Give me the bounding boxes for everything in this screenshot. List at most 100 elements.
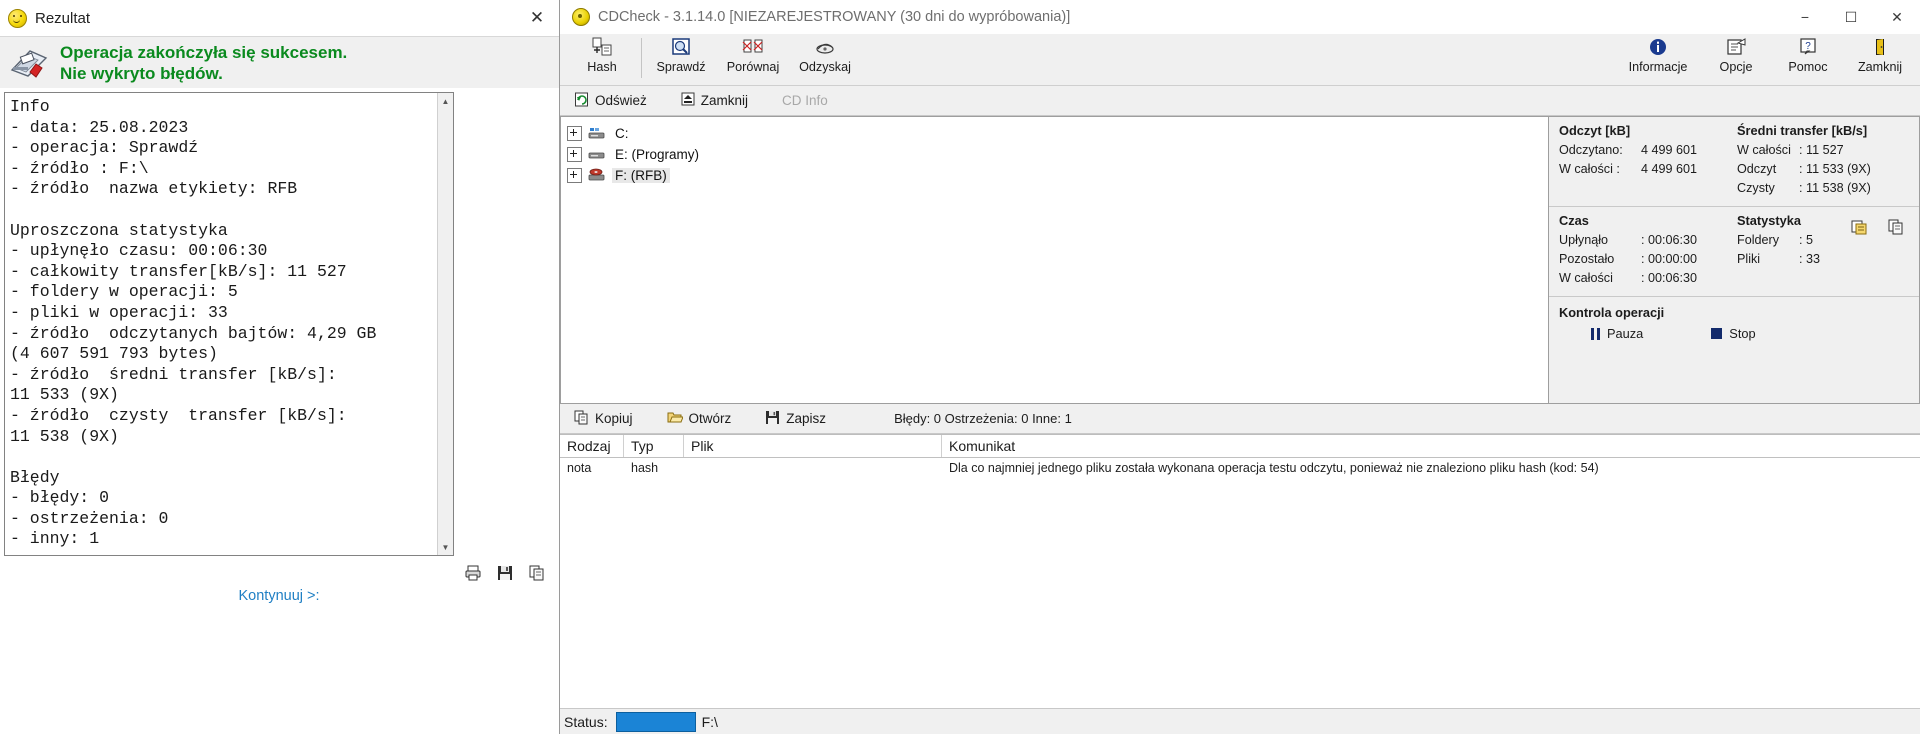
stop-label: Stop [1729, 326, 1756, 341]
column-header-rodzaj[interactable]: Rodzaj [560, 435, 624, 457]
time-key-wcalosci: W całości [1559, 271, 1613, 285]
tree-item-c[interactable]: C: [567, 123, 1548, 144]
cdcheck-statusbar: Status: F:\ [560, 708, 1920, 734]
expand-icon[interactable] [567, 126, 582, 141]
toolbar2-label-cd-info: CD Info [782, 93, 828, 108]
toolbar2-label-zamknij: Zamknij [700, 93, 749, 108]
copy-icon[interactable] [528, 564, 546, 582]
help-icon: ? [1797, 37, 1819, 57]
screen-root: Rezultat ✕ Operacja zakończyła się sukce… [0, 0, 1920, 734]
options-icon [1725, 37, 1747, 57]
pause-button[interactable]: Pauza [1591, 326, 1643, 341]
recover-icon [814, 37, 836, 57]
cell-rodzaj: nota [567, 461, 592, 475]
scroll-up-arrow-icon[interactable]: ▲ [438, 93, 453, 109]
save-icon[interactable] [496, 564, 514, 582]
toolbar-button-sprawdz[interactable]: Sprawdź [645, 34, 717, 84]
minimize-icon[interactable]: − [1782, 0, 1828, 34]
cdcheck-titlebar: CDCheck - 3.1.14.0 [NIEZAREJESTROWANY (3… [560, 0, 1920, 34]
read-header: Odczyt [kB] [1559, 123, 1631, 138]
svg-text:?: ? [1805, 41, 1811, 52]
stats-value-pliki: : 33 [1799, 252, 1821, 266]
column-header-typ[interactable]: Typ [624, 435, 684, 457]
toolbar-button-odswiez[interactable]: Odśwież [574, 92, 647, 110]
column-header-komunikat[interactable]: Komunikat [942, 435, 1842, 457]
cell-komunikat: Dla co najmniej jednego pliku została wy… [949, 461, 1599, 475]
transfer-key-wcalosci: W całości [1737, 143, 1791, 157]
column-header-plik[interactable]: Plik [684, 435, 942, 457]
toolbar-button-hash[interactable]: Hash [566, 34, 638, 84]
expand-icon[interactable] [567, 168, 582, 183]
time-and-statistics-block: Czas Upłynąło : 00:06:30 Pozostało : 00:… [1549, 207, 1919, 294]
copy-report-icon[interactable] [1851, 219, 1868, 238]
cdcheck-main-body: C: E: (Programy) F: (RFB) Odczyt [kB] Od… [560, 116, 1920, 404]
toolbar2-label-odswiez: Odśwież [595, 93, 647, 108]
scroll-down-arrow-icon[interactable]: ▼ [438, 539, 453, 555]
compare-icon [742, 37, 764, 57]
toolbar-button-pomoc[interactable]: ? Pomoc [1772, 34, 1844, 84]
toolbar-button-porownaj[interactable]: Porównaj [717, 34, 789, 84]
operation-control-header: Kontrola operacji [1559, 305, 1665, 320]
close-icon[interactable]: ✕ [525, 6, 549, 30]
message-toolbar: Kopiuj Otwórz Zapisz Błędy: 0 Ostrzeżeni… [560, 404, 1920, 434]
status-label: Status: [564, 713, 608, 730]
check-disc-icon [670, 37, 692, 57]
stats-row-foldery: Foldery : 5 [1737, 233, 1820, 252]
message-label-zapisz: Zapisz [786, 411, 827, 426]
time-header: Czas [1559, 213, 1589, 228]
time-column: Czas Upłynąło : 00:06:30 Pozostało : 00:… [1559, 213, 1737, 290]
progress-bar [615, 711, 696, 732]
banner-line-2: Nie wykryto błędów. [60, 63, 223, 83]
message-label-otworz: Otwórz [688, 411, 732, 426]
result-report-text[interactable]: Info - data: 25.08.2023 - operacja: Spra… [5, 93, 437, 555]
expand-icon[interactable] [567, 147, 582, 162]
table-row[interactable]: nota hash Dla co najmniej jednego pliku … [560, 458, 1920, 478]
toolbar-button-opcje[interactable]: Opcje [1700, 34, 1772, 84]
message-button-zapisz[interactable]: Zapisz [765, 410, 826, 428]
eject-icon [681, 92, 695, 110]
toolbar-button-odzyskaj[interactable]: Odzyskaj [789, 34, 861, 84]
cdcheck-window-title: CDCheck - 3.1.14.0 [NIEZAREJESTROWANY (3… [598, 9, 1071, 25]
result-scrollbar[interactable]: ▲ ▼ [437, 93, 453, 555]
result-banner-text: Operacja zakończyła się sukcesem. Nie wy… [60, 42, 347, 84]
read-and-transfer-block: Odczyt [kB] Odczytano: 4 499 601 W całoś… [1549, 117, 1919, 204]
toolbar-separator [641, 38, 642, 78]
toolbar-label-pomoc: Pomoc [1788, 60, 1828, 74]
toolbar-label-informacje: Informacje [1628, 60, 1688, 74]
stop-button[interactable]: Stop [1711, 326, 1756, 341]
toolbar-label-opcje: Opcje [1719, 60, 1753, 74]
time-value-pozostalo: : 00:00:00 [1641, 252, 1698, 266]
toolbar-button-informacje[interactable]: Informacje [1616, 34, 1700, 84]
toolbar-label-hash: Hash [587, 60, 617, 74]
tree-label-f: F: (RFB) [612, 168, 670, 183]
toolbar-button-zamknij[interactable]: Zamknij [1844, 34, 1916, 84]
toolbar-left-group: Hash Sprawdź Porównaj Odzyskaj [560, 34, 861, 84]
message-button-kopiuj[interactable]: Kopiuj [574, 410, 633, 428]
read-key-wcalosci: W całości : [1559, 162, 1620, 176]
print-icon[interactable] [464, 564, 482, 582]
toolbar-button-zamknij-tacke[interactable]: Zamknij [681, 92, 748, 110]
toolbar-label-odzyskaj: Odzyskaj [799, 60, 851, 74]
toolbar-label-sprawdz: Sprawdź [656, 60, 706, 74]
message-table: Rodzaj Typ Plik Komunikat nota hash Dla … [560, 434, 1920, 709]
cdcheck-window: CDCheck - 3.1.14.0 [NIEZAREJESTROWANY (3… [560, 0, 1920, 734]
drive-tree[interactable]: C: E: (Programy) F: (RFB) [560, 116, 1548, 404]
result-text-area[interactable]: Info - data: 25.08.2023 - operacja: Spra… [4, 92, 454, 556]
stats-row-pliki: Pliki : 33 [1737, 252, 1820, 271]
continue-link[interactable]: Kontynuuj >: [0, 588, 558, 604]
transfer-row-wcalosci: W całości : 11 527 [1737, 143, 1871, 162]
cdcheck-secondary-toolbar: Odśwież Zamknij CD Info [560, 86, 1920, 116]
operation-control-block: Kontrola operacji Pauza Stop [1549, 297, 1919, 341]
tree-label-e: E: (Programy) [615, 147, 700, 162]
close-icon[interactable]: ✕ [1874, 0, 1920, 34]
maximize-icon[interactable]: ☐ [1828, 0, 1874, 34]
cd-icon [572, 8, 590, 26]
copy-clipboard-icon[interactable] [1888, 219, 1905, 238]
tree-item-e[interactable]: E: (Programy) [567, 144, 1548, 165]
message-button-otworz[interactable]: Otwórz [667, 410, 732, 428]
read-row-odczytano: Odczytano: 4 499 601 [1559, 143, 1737, 162]
tree-item-f[interactable]: F: (RFB) [567, 165, 1548, 186]
transfer-column: Średni transfer [kB/s] W całości : 11 52… [1737, 123, 1871, 200]
harddisk-icon [588, 126, 606, 141]
transfer-value-odczyt: : 11 533 (9X) [1799, 162, 1871, 176]
